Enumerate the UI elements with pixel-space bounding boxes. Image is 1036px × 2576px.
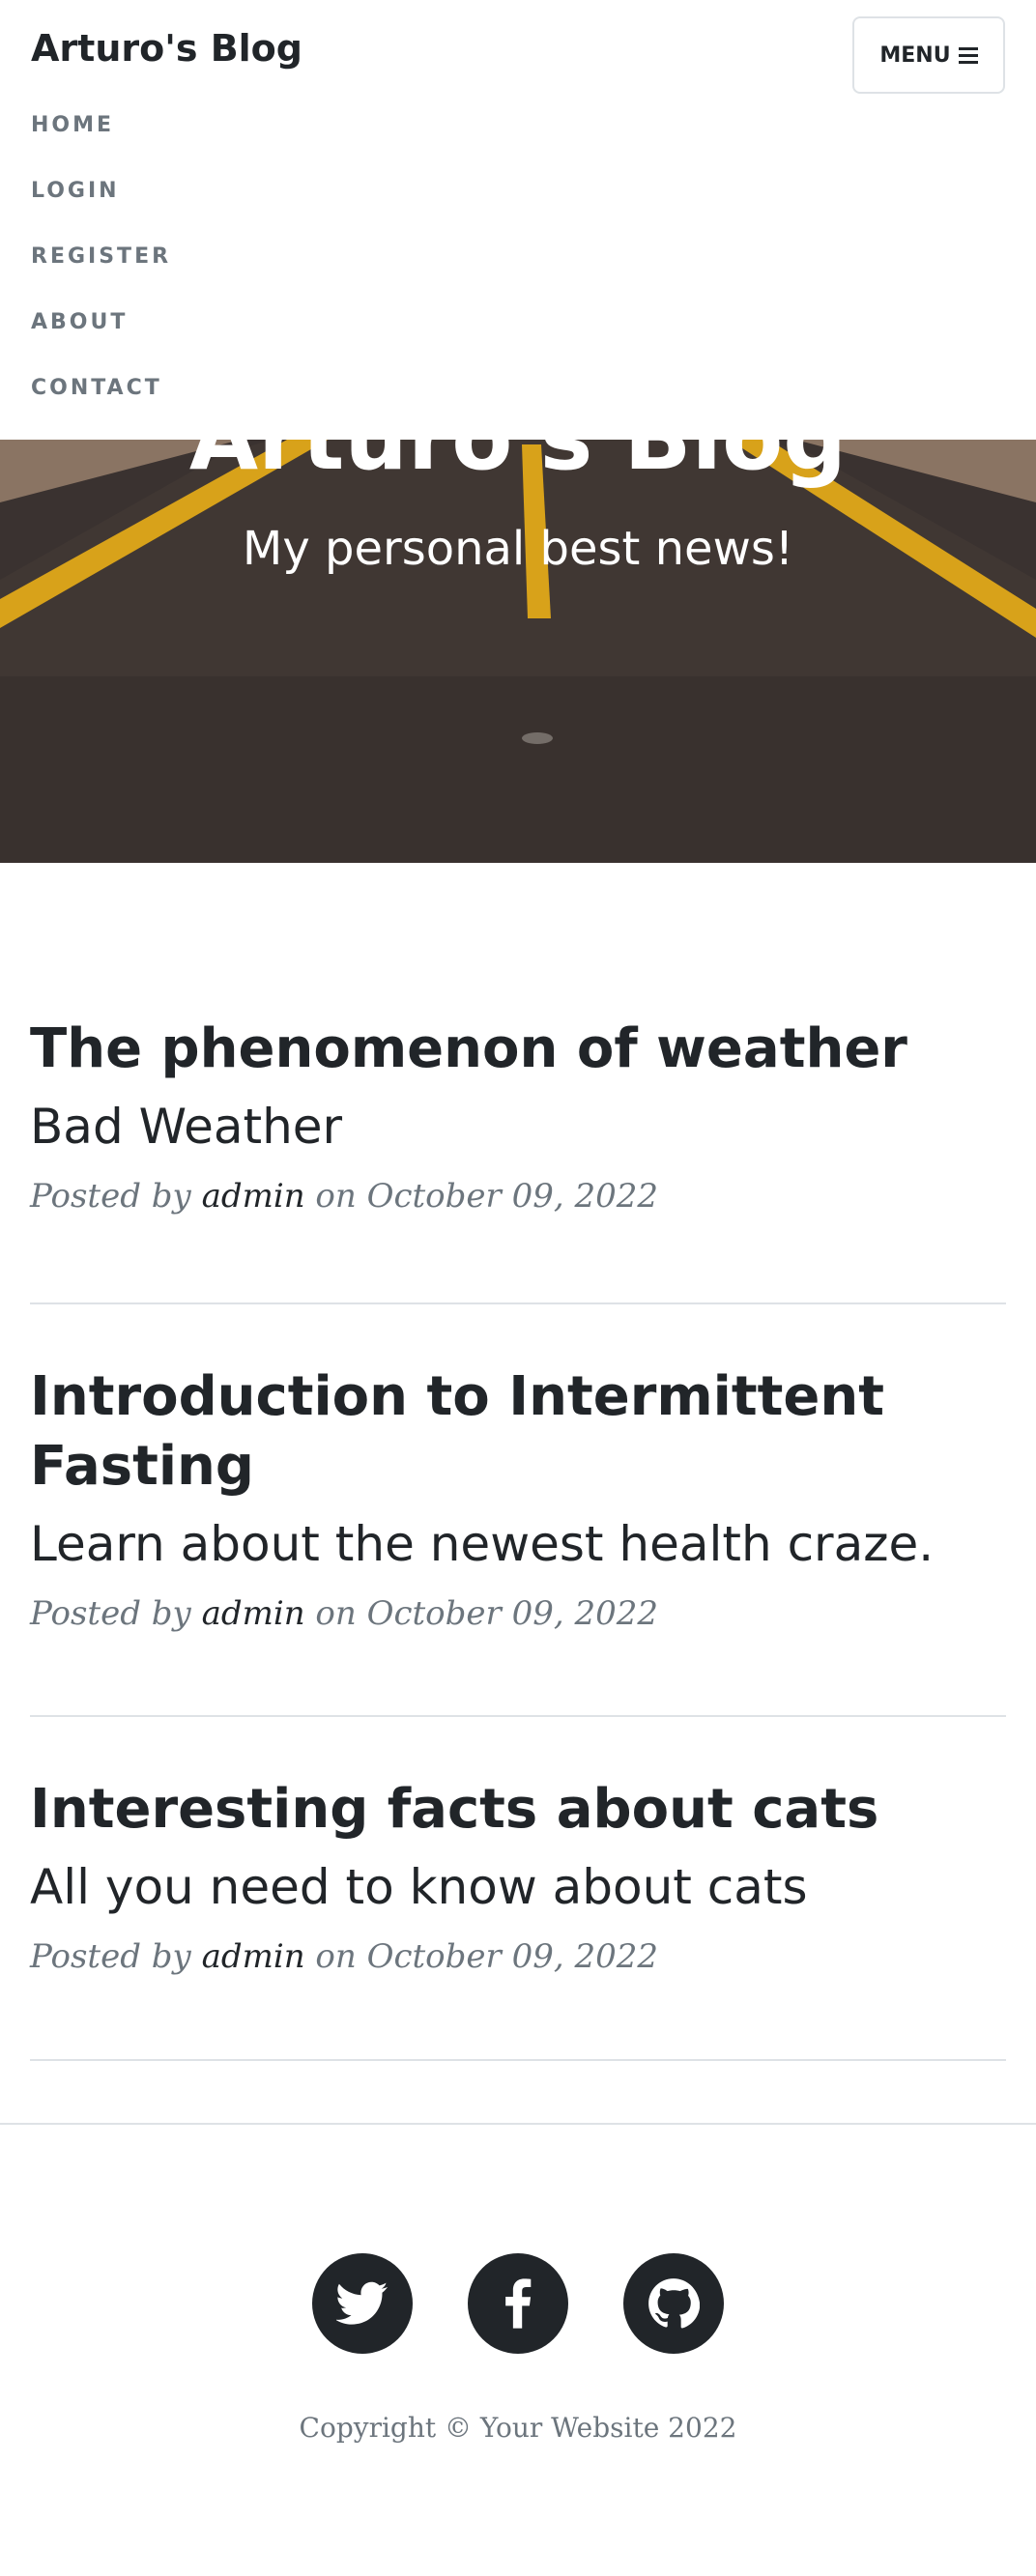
- post-preview: The phenomenon of weather Bad Weather Po…: [30, 1015, 1006, 1304]
- copyright-text: Copyright © Your Website 2022: [299, 2412, 737, 2444]
- navbar: Arturo's Blog MENU HOME LOGIN REGISTER A…: [0, 0, 1036, 440]
- post-preview: Interesting facts about cats All you nee…: [30, 1717, 1006, 2061]
- nav-list: HOME LOGIN REGISTER ABOUT CONTACT: [31, 106, 171, 435]
- author-link[interactable]: admin: [202, 1937, 305, 1976]
- menu-label: MENU: [879, 43, 951, 68]
- post-date: on October 09, 2022: [315, 1177, 658, 1216]
- post-preview: Introduction to Intermittent Fasting Lea…: [30, 1304, 1006, 1717]
- twitter-button[interactable]: [312, 2253, 413, 2354]
- posted-by-label: Posted by: [30, 1594, 191, 1633]
- post-link[interactable]: Interesting facts about cats All you nee…: [30, 1775, 1006, 1918]
- github-icon: [648, 2278, 700, 2329]
- facebook-button[interactable]: [468, 2253, 568, 2354]
- footer-divider: [0, 2123, 1036, 2125]
- post-subtitle[interactable]: Bad Weather: [30, 1096, 1006, 1158]
- hero-subtitle: My personal best news!: [242, 522, 794, 576]
- post-meta: Posted by admin on October 09, 2022: [30, 1175, 1006, 1217]
- posted-by-label: Posted by: [30, 1937, 191, 1976]
- post-link[interactable]: Introduction to Intermittent Fasting Lea…: [30, 1362, 1006, 1575]
- menu-toggle-button[interactable]: MENU: [852, 16, 1005, 94]
- nav-item-login[interactable]: LOGIN: [31, 172, 171, 238]
- author-link[interactable]: admin: [202, 1594, 305, 1633]
- post-meta: Posted by admin on October 09, 2022: [30, 1592, 1006, 1635]
- nav-item-register[interactable]: REGISTER: [31, 238, 171, 303]
- post-subtitle[interactable]: Learn about the newest health craze.: [30, 1513, 1006, 1575]
- post-meta: Posted by admin on October 09, 2022: [30, 1935, 1006, 1978]
- twitter-icon: [336, 2281, 388, 2325]
- post-date: on October 09, 2022: [315, 1594, 658, 1633]
- nav-item-about[interactable]: ABOUT: [31, 303, 171, 369]
- social-links: [0, 2253, 1036, 2354]
- post-subtitle[interactable]: All you need to know about cats: [30, 1856, 1006, 1918]
- post-link[interactable]: The phenomenon of weather Bad Weather: [30, 1015, 1006, 1158]
- posted-by-label: Posted by: [30, 1177, 191, 1216]
- nav-item-contact[interactable]: CONTACT: [31, 369, 171, 435]
- post-title[interactable]: The phenomenon of weather: [30, 1015, 1006, 1084]
- facebook-icon: [505, 2278, 532, 2329]
- post-title[interactable]: Introduction to Intermittent Fasting: [30, 1362, 1006, 1502]
- nav-item-home[interactable]: HOME: [31, 106, 171, 172]
- post-date: on October 09, 2022: [315, 1937, 658, 1976]
- github-button[interactable]: [623, 2253, 724, 2354]
- author-link[interactable]: admin: [202, 1177, 305, 1216]
- hamburger-icon: [958, 46, 978, 64]
- post-list: The phenomenon of weather Bad Weather Po…: [30, 1015, 1006, 2061]
- post-title[interactable]: Interesting facts about cats: [30, 1775, 1006, 1845]
- brand-link[interactable]: Arturo's Blog: [31, 27, 302, 70]
